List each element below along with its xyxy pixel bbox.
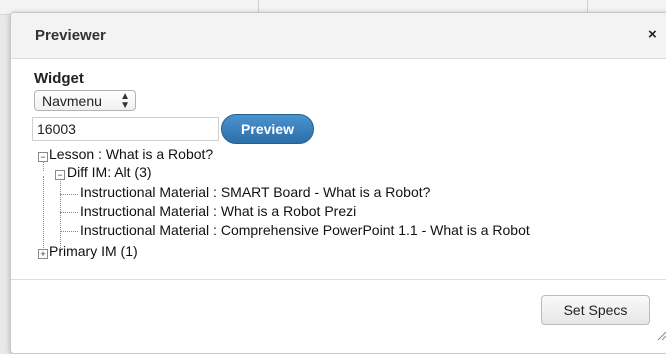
previewer-dialog: Previewer × Widget Navmenu ▲ ▼ 16003 Prev… <box>10 12 666 354</box>
set-specs-button[interactable]: Set Specs <box>541 295 650 325</box>
tree-connector <box>43 176 44 252</box>
dialog-titlebar[interactable]: Previewer × <box>11 13 666 59</box>
tree-node-primary-im[interactable]: Primary IM (1) <box>49 243 138 259</box>
tree-connector <box>60 176 61 252</box>
preview-button[interactable]: Preview <box>221 114 314 144</box>
tree-item[interactable]: Instructional Material : Comprehensive P… <box>80 222 530 238</box>
collapse-icon[interactable]: − <box>38 152 48 162</box>
expand-icon[interactable]: + <box>38 249 48 259</box>
widget-select[interactable]: Navmenu ▲ ▼ <box>34 90 136 111</box>
tree-node-diff-im[interactable]: Diff IM: Alt (3) <box>67 164 152 180</box>
close-icon[interactable]: × <box>648 26 657 43</box>
widget-label: Widget <box>34 70 84 87</box>
widget-id-input[interactable]: 16003 <box>32 117 219 141</box>
collapse-icon[interactable]: − <box>55 170 65 180</box>
resize-grip-icon[interactable] <box>657 331 666 341</box>
footer-divider <box>11 279 666 280</box>
widget-select-value: Navmenu <box>42 93 102 109</box>
tree-item[interactable]: Instructional Material : What is a Robot… <box>80 203 356 219</box>
updown-arrows-icon: ▲ ▼ <box>120 91 130 111</box>
tree-item[interactable]: Instructional Material : SMART Board - W… <box>80 184 430 200</box>
tree-connector <box>60 231 78 232</box>
tree-connector <box>60 212 78 213</box>
dialog-title: Previewer <box>35 27 106 44</box>
tree-connector <box>60 194 78 195</box>
tree-node-lesson[interactable]: Lesson : What is a Robot? <box>49 146 213 162</box>
